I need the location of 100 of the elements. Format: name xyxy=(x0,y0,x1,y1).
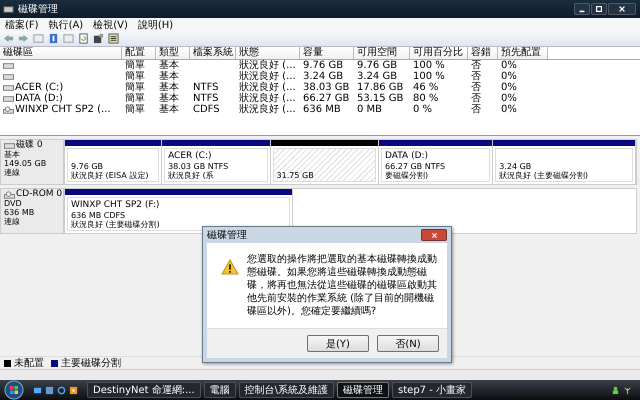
table-cell: ACER (C:) xyxy=(15,82,64,93)
table-cell: 80 % xyxy=(413,93,438,104)
media-icon[interactable] xyxy=(69,386,78,394)
table-cell: 0% xyxy=(501,71,517,82)
menu-item[interactable]: 說明(H) xyxy=(138,18,174,32)
table-cell: 100 % xyxy=(413,71,445,82)
taskbar-button[interactable]: 磁碟管理 xyxy=(337,382,390,398)
no-button[interactable]: 否(N) xyxy=(377,335,439,352)
properties-icon[interactable] xyxy=(93,33,104,44)
table-cell: 17.86 GB xyxy=(357,82,404,93)
table-cell: 38.03 GB xyxy=(303,82,350,93)
table-cell: NTFS xyxy=(193,82,219,93)
drive-icon xyxy=(3,84,14,92)
yes-button[interactable]: 是(Y) xyxy=(307,335,369,352)
partition-info: 66.27 GB NTFS xyxy=(385,162,446,171)
partition-title: DATA (D:) xyxy=(385,151,430,162)
taskbar-button[interactable]: DestinyNet 命運網:... xyxy=(87,382,201,398)
table-cell: 9.76 GB xyxy=(303,60,344,71)
table-cell: 0% xyxy=(501,93,517,104)
table-cell: 100 % xyxy=(413,60,445,71)
minimize-button[interactable] xyxy=(574,3,590,15)
taskbar-button[interactable]: step7 - 小畫家 xyxy=(392,382,472,398)
column-header[interactable]: 狀態 xyxy=(236,47,300,59)
legend-label: 未配置 xyxy=(14,356,44,370)
legend-label: 主要磁碟分割 xyxy=(61,356,121,370)
drive-icon xyxy=(3,94,14,102)
partition-info: 636 MB CDFS xyxy=(71,211,126,220)
dialog-message: 您選取的操作將把選取的基本磁碟轉換成動態磁碟。如果您將這些磁碟轉換成動態磁碟，將再也無法從這些磁碟的磁碟區啟動其他先前安裝的作業系統 (除了目前的開機磁碟區以外)。您確定要繼續嗎? xyxy=(247,253,438,318)
table-cell: 簡單 xyxy=(125,104,145,115)
table-cell: 基本 xyxy=(159,60,179,71)
disk-info: DVD xyxy=(4,199,23,208)
close-button[interactable] xyxy=(421,229,447,241)
close-button[interactable] xyxy=(608,3,636,15)
partition-title: WINXP CHT SP2 (F:) xyxy=(71,200,160,211)
table-cell: 簡單 xyxy=(125,60,145,71)
taskbar-button[interactable]: 控制台\系統及維護 xyxy=(238,382,334,398)
refresh-icon[interactable] xyxy=(78,33,89,44)
menu-item[interactable]: 執行(A) xyxy=(48,18,84,32)
dialog-title: 磁碟管理 xyxy=(207,228,247,242)
table-cell: 3.24 GB xyxy=(357,71,398,82)
column-header[interactable]: 預先配置 xyxy=(498,47,548,59)
window-icon[interactable] xyxy=(45,386,54,394)
table-cell: 53.15 GB xyxy=(357,93,404,104)
disk-info: 連線 xyxy=(4,217,21,226)
desktop-icon[interactable] xyxy=(33,386,42,394)
disk-name: CD-ROM 0 xyxy=(16,190,62,199)
table-cell: 狀況良好 (... xyxy=(239,60,296,71)
table-cell: 0% xyxy=(501,60,517,71)
column-header[interactable]: 磁碟區 xyxy=(0,47,122,59)
table-cell: 46 % xyxy=(413,82,438,93)
partition-box[interactable]: WINXP CHT SP2 (F:) 636 MB CDFS 狀況良好 (主要磁碟分割) xyxy=(67,197,290,231)
legend-swatch xyxy=(4,360,11,366)
table-cell: 636 MB xyxy=(303,104,341,115)
partition-info: 狀況良好 (系 xyxy=(168,171,215,180)
close-icon xyxy=(618,5,626,13)
table-cell: DATA (D:) xyxy=(15,93,63,104)
table-cell: 狀況良好 (... xyxy=(239,93,296,104)
partition-box[interactable]: 3.24 GB 狀況良好 (主要磁碟分割) xyxy=(495,148,633,182)
menu-item[interactable]: 檔案(F) xyxy=(5,18,39,32)
window-title: 磁碟管理 xyxy=(18,2,58,16)
partition-box[interactable]: 31.75 GB xyxy=(272,148,376,182)
partition-info: 狀況良好 (EISA 設定) xyxy=(71,171,150,180)
disk-name: 磁碟 0 xyxy=(16,141,43,150)
table-cell: CDFS xyxy=(193,104,220,115)
table-cell: 0% xyxy=(501,104,517,115)
menu-item[interactable]: 檢視(V) xyxy=(93,18,128,32)
partition-box[interactable]: DATA (D:) 66.27 GB NTFS 要磁碟分割) xyxy=(381,148,490,182)
restore-icon xyxy=(595,5,603,13)
table-cell: 否 xyxy=(471,60,481,71)
table-cell: 基本 xyxy=(159,104,179,115)
table-cell: 否 xyxy=(471,82,481,93)
table-cell: 基本 xyxy=(159,71,179,82)
column-header[interactable]: 配置 xyxy=(122,47,156,59)
table-cell: 簡單 xyxy=(125,71,145,82)
maximize-button[interactable] xyxy=(591,3,607,15)
browser-icon[interactable] xyxy=(57,386,66,394)
table-cell: 狀況良好 (... xyxy=(239,71,296,82)
pane-icon[interactable] xyxy=(33,33,44,44)
partition-info: 3.24 GB xyxy=(499,162,532,171)
table-cell: 否 xyxy=(471,71,481,82)
table-cell: 0 % xyxy=(413,104,432,115)
column-header[interactable]: 類型 xyxy=(156,47,190,59)
partition-box[interactable]: 9.76 GB 狀況良好 (EISA 設定) xyxy=(67,148,160,182)
column-header[interactable]: 可用百分比 xyxy=(410,47,468,59)
table-cell: 簡單 xyxy=(125,93,145,104)
drive-icon xyxy=(3,62,14,70)
table-cell: 狀況良好 (... xyxy=(239,82,296,93)
warning-icon xyxy=(221,259,239,275)
table-cell: 簡單 xyxy=(125,82,145,93)
taskbar-button[interactable]: 電腦 xyxy=(204,382,236,398)
list-icon[interactable] xyxy=(108,33,119,44)
partition-info: 狀況良好 (主要磁碟分割) xyxy=(499,171,590,180)
cd-drive-icon xyxy=(4,190,15,198)
table-cell: 3.24 GB xyxy=(303,71,344,82)
partition-box[interactable]: ACER (C:) 38.03 GB NTFS 狀況良好 (系 xyxy=(164,148,268,182)
pane-icon[interactable] xyxy=(63,33,74,44)
table-cell: 基本 xyxy=(159,82,179,93)
legend-swatch xyxy=(51,360,58,366)
drive-icon xyxy=(4,142,15,150)
start-button[interactable] xyxy=(4,380,24,400)
